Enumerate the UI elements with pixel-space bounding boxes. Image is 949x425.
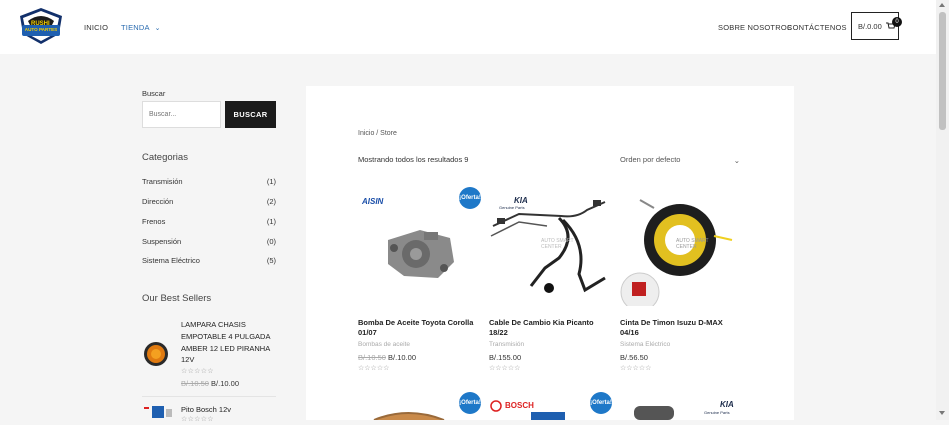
site-logo[interactable]: RUSHI AUTO PARTES (18, 7, 64, 45)
brand-tagline: Genuine Parts (499, 205, 525, 210)
search-label: Buscar (142, 89, 166, 98)
product-card[interactable]: BOSCH ¡Oferta! (489, 392, 612, 420)
nav-inicio[interactable]: INICIO (84, 23, 108, 32)
brand-tagline: Genuine Parts (704, 410, 730, 415)
brand-logo: KIA (514, 196, 528, 205)
brand-logo: KIA (720, 400, 734, 409)
category-item[interactable]: Frenos (1) (142, 217, 276, 226)
search-input[interactable] (142, 101, 221, 128)
logo-text-bottom: AUTO PARTES (24, 27, 58, 32)
category-count: (0) (266, 237, 276, 246)
current-price: B/.10.00 (211, 379, 239, 388)
watermark: AUTO SMART CENTER (541, 238, 574, 250)
category-count: (2) (266, 197, 276, 206)
cart-button[interactable]: B/.0.00 0 (851, 12, 902, 40)
nav-tienda-label: TIENDA (121, 23, 150, 32)
bestsellers-heading: Our Best Sellers (142, 293, 212, 304)
product-category[interactable]: Sistema Eléctrico (620, 341, 670, 348)
product-image[interactable]: AUTO SMART CENTER (620, 188, 738, 306)
product-card[interactable]: AUTO SMART CENTER Cinta De Timon Isuzu D… (620, 188, 738, 378)
old-price: B/.10.50 (181, 379, 209, 388)
bestseller-title[interactable]: LAMPARA CHASIS EMPOTABLE 4 PULGADA AMBER… (181, 319, 281, 366)
nav-contactenos[interactable]: CONTÁCTENOS (787, 23, 847, 32)
scrollbar-thumb[interactable] (939, 12, 946, 130)
cart-amount: B/.0.00 (858, 22, 882, 31)
product-category[interactable]: Bombas de aceite (358, 341, 410, 348)
bestseller-item[interactable]: Pito Bosch 12v ☆☆☆☆☆ (142, 402, 282, 423)
category-name: Suspensión (142, 237, 182, 246)
category-item[interactable]: Suspensión (0) (142, 237, 276, 246)
product-image[interactable]: KIA Genuine Parts (620, 392, 738, 420)
sale-badge: ¡Oferta! (459, 187, 481, 209)
category-count: (1) (266, 177, 276, 186)
chevron-down-icon: ⌄ (154, 25, 161, 32)
sale-badge: ¡Oferta! (459, 392, 481, 414)
bestseller-price: B/.10.50 B/.10.00 (181, 379, 239, 388)
rating-stars: ☆☆☆☆☆ (181, 416, 214, 423)
scroll-up-icon[interactable] (939, 3, 945, 7)
orderby-value: Orden por defecto (620, 155, 681, 164)
rating-stars: ☆☆☆☆☆ (489, 365, 521, 372)
page-scrollbar[interactable] (936, 0, 949, 420)
product-card[interactable]: KIA Genuine Parts AUTO SMART CENTER Cabl… (489, 188, 607, 378)
product-image[interactable]: BOSCH (489, 392, 607, 420)
product-title[interactable]: Cable De Cambio Kia Picanto 18/22 (489, 318, 607, 338)
brand-logo: AISIN (362, 197, 384, 206)
current-price: B/.10.00 (388, 353, 416, 362)
product-card[interactable]: AISIN ¡Oferta! Bomba De Aceite Toyota Co… (358, 187, 481, 378)
product-price: B/.56.50 (620, 353, 648, 362)
current-price: B/.56.50 (620, 353, 648, 362)
categories-heading: Categorias (142, 152, 188, 163)
rating-stars: ☆☆☆☆☆ (358, 365, 390, 372)
category-name: Frenos (142, 217, 166, 226)
product-card[interactable]: KIA Genuine Parts (620, 392, 738, 420)
product-photo (373, 412, 445, 420)
current-price: B/.155.00 (489, 353, 522, 362)
product-price: B/.10.50 B/.10.00 (358, 353, 416, 362)
product-card[interactable]: ¡Oferta! (358, 392, 481, 420)
bestseller-thumbnail[interactable] (142, 404, 174, 420)
orderby-select[interactable]: Orden por defecto ⌄ (620, 155, 742, 165)
product-title[interactable]: Bomba De Aceite Toyota Corolla 01/07 (358, 318, 476, 338)
category-name: Dirección (142, 197, 174, 206)
bestseller-thumbnail[interactable] (142, 339, 174, 369)
nav-tienda[interactable]: TIENDA ⌄ (121, 23, 161, 32)
product-price: B/.155.00 (489, 353, 521, 362)
product-image[interactable]: AISIN (358, 188, 476, 306)
category-name: Transmisión (142, 177, 183, 186)
scroll-down-icon[interactable] (939, 411, 945, 415)
product-category[interactable]: Transmisión (489, 341, 524, 348)
category-item[interactable]: Dirección (2) (142, 197, 276, 206)
product-image[interactable] (358, 392, 476, 420)
breadcrumb[interactable]: Inicio / Store (358, 130, 397, 137)
category-item[interactable]: Sistema Eléctrico (5) (142, 256, 276, 265)
sale-badge: ¡Oferta! (590, 392, 612, 414)
category-item[interactable]: Transmisión (1) (142, 177, 276, 186)
rating-stars: ☆☆☆☆☆ (620, 365, 652, 372)
brand-logo: BOSCH (505, 401, 534, 410)
product-image[interactable]: KIA Genuine Parts AUTO SMART CENTER (489, 188, 607, 306)
site-header: RUSHI AUTO PARTES INICIO TIENDA ⌄ SOBRE … (0, 0, 936, 54)
category-name: Sistema Eléctrico (142, 256, 200, 265)
product-title[interactable]: Cinta De Timon Isuzu D-MAX 04/16 (620, 318, 738, 338)
chevron-down-icon: ⌄ (733, 156, 740, 165)
results-count: Mostrando todos los resultados 9 (358, 155, 469, 164)
rating-stars: ☆☆☆☆☆ (181, 368, 214, 375)
search-button[interactable]: BUSCAR (225, 101, 276, 128)
bestseller-item[interactable]: LAMPARA CHASIS EMPOTABLE 4 PULGADA AMBER… (142, 319, 282, 389)
cart-count-badge: 0 (892, 17, 902, 27)
category-count: (1) (266, 217, 276, 226)
category-count: (5) (266, 256, 276, 265)
divider (142, 396, 276, 397)
watermark: AUTO SMART CENTER (676, 238, 709, 250)
nav-sobre-nosotros[interactable]: SOBRE NOSOTROS (718, 23, 792, 32)
old-price: B/.10.50 (358, 353, 386, 362)
